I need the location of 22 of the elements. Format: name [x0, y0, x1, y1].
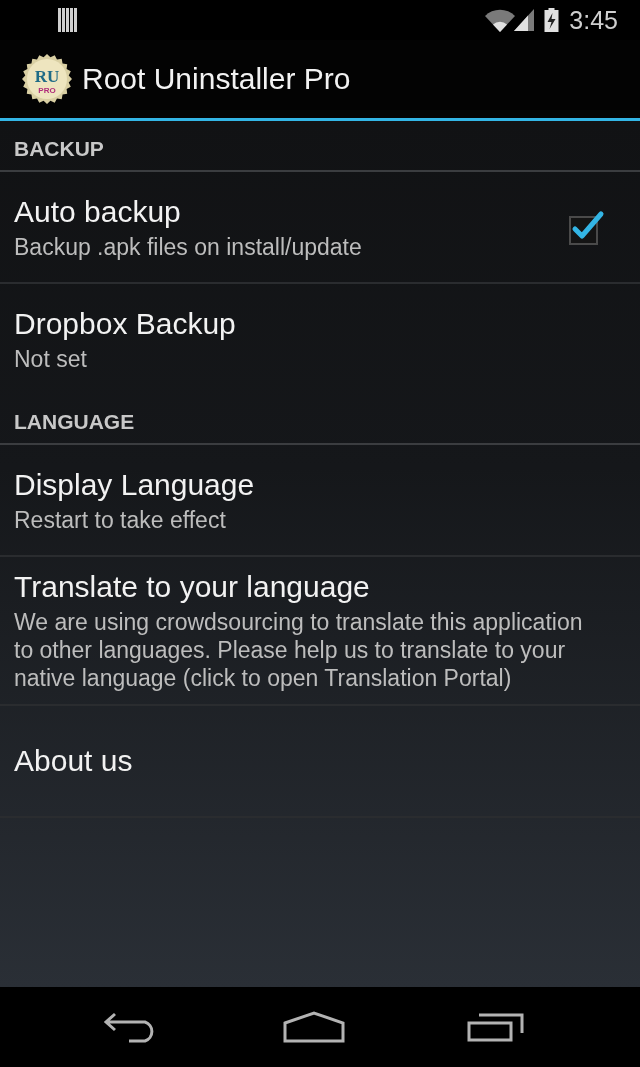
- setting-title[interactable]: Translate to your language: [14, 569, 626, 605]
- setting-title[interactable]: Display Language: [14, 466, 626, 503]
- charging-battery-icon: [544, 8, 560, 32]
- logo-initials: RU: [34, 67, 60, 86]
- home-button[interactable]: [283, 1011, 345, 1043]
- setting-summary: Restart to take effect: [14, 505, 227, 534]
- setting-summary: Backup .apk files on install/update: [14, 232, 363, 261]
- app-logo[interactable]: RU PRO: [22, 54, 72, 104]
- signal-icon: [514, 9, 535, 31]
- section-header: BACKUP: [14, 136, 104, 161]
- wifi-icon: [484, 8, 517, 32]
- logo-tag: PRO: [38, 86, 56, 95]
- setting-title[interactable]: About us: [14, 743, 626, 779]
- setting-summary: We are using crowdsourcing to translate this application to other languages. Please help us to translate to your native language (click to open Translation Portal): [14, 608, 584, 692]
- recent-apps-button[interactable]: [467, 1011, 525, 1043]
- setting-title[interactable]: Dropbox Backup: [14, 305, 626, 342]
- clock-time: 3:45: [569, 6, 618, 34]
- striped-notification-icon: [58, 8, 78, 32]
- app-title: Root Uninstaller Pro: [82, 61, 351, 97]
- setting-title[interactable]: Auto backup: [14, 193, 566, 230]
- setting-summary: Not set: [14, 344, 88, 373]
- section-header: LANGUAGE: [14, 409, 135, 434]
